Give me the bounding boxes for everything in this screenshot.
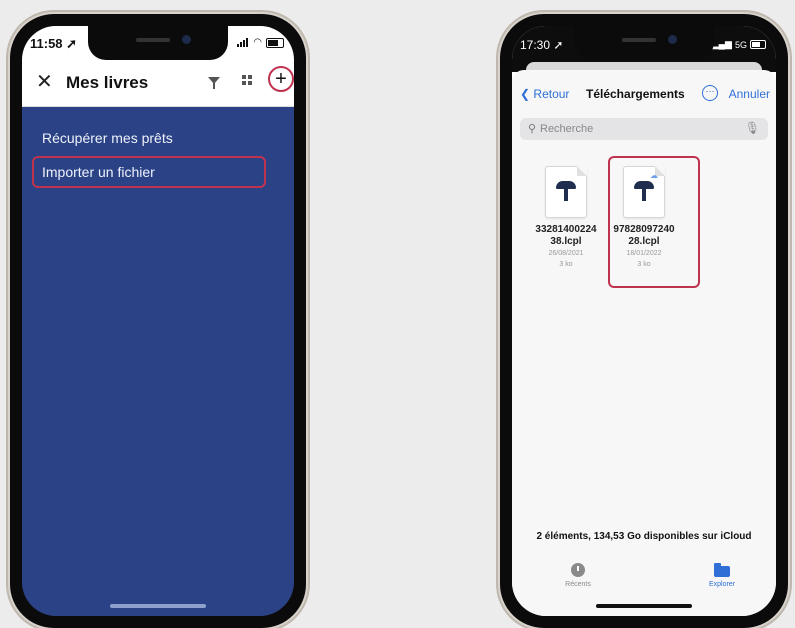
microphone-icon[interactable]: 🎙 bbox=[745, 121, 760, 135]
app-navbar: ✕ Mes livres + bbox=[22, 60, 294, 107]
signal-icon bbox=[237, 38, 250, 47]
camera bbox=[668, 35, 677, 44]
file-size: 3 ko bbox=[559, 261, 573, 268]
file-name: 33281400224 38.lcpl bbox=[535, 224, 597, 247]
search-icon: ⚲ bbox=[528, 123, 537, 135]
file-item[interactable]: 33281400224 38.lcpl 26/08/2021 3 ko bbox=[530, 166, 602, 270]
status-time: 11:58 ➚ bbox=[30, 36, 78, 51]
speaker bbox=[622, 38, 656, 42]
picker-navbar: ❮ Retour Téléchargements ⋯ Annuler bbox=[512, 84, 776, 106]
page-title: Mes livres bbox=[66, 73, 149, 92]
signal-icon: ▂▄▆ bbox=[711, 39, 732, 49]
battery-icon bbox=[266, 37, 284, 48]
phone-right: 17:30 ➚ ▂▄▆ 5G ❮ Retour Téléchargements … bbox=[500, 14, 788, 628]
close-icon[interactable]: ✕ bbox=[36, 72, 53, 92]
notch bbox=[574, 26, 714, 60]
cancel-button[interactable]: Annuler bbox=[729, 87, 770, 101]
search-field[interactable]: ⚲ Recherche 🎙 bbox=[520, 118, 768, 140]
file-picker-sheet: ❮ Retour Téléchargements ⋯ Annuler ⚲ Rec… bbox=[512, 70, 776, 616]
clock-icon bbox=[571, 563, 585, 577]
tab-recents[interactable]: Récents bbox=[538, 563, 618, 588]
chevron-left-icon: ❮ bbox=[520, 87, 531, 101]
folder-icon bbox=[714, 563, 730, 577]
status-icons: ◠ bbox=[237, 37, 284, 48]
add-button[interactable]: + bbox=[268, 66, 294, 92]
ebook-glyph-icon bbox=[556, 181, 576, 201]
home-indicator bbox=[596, 604, 692, 608]
folder-title: Téléchargements bbox=[586, 87, 685, 101]
screen-right: 17:30 ➚ ▂▄▆ 5G ❮ Retour Téléchargements … bbox=[512, 26, 776, 616]
notch bbox=[88, 26, 228, 60]
file-highlight-box bbox=[608, 156, 700, 288]
phone-left: 11:58 ➚ ◠ ✕ Mes livres + Récupérer mes p… bbox=[10, 14, 306, 628]
tab-label: Récents bbox=[565, 581, 591, 588]
screen-left: 11:58 ➚ ◠ ✕ Mes livres + Récupérer mes p… bbox=[22, 26, 294, 616]
battery-icon bbox=[750, 40, 766, 49]
storage-summary: 2 éléments, 134,53 Go disponibles sur iC… bbox=[536, 531, 752, 542]
file-date: 26/08/2021 bbox=[548, 250, 584, 257]
menu-item-recover-loans[interactable]: Récupérer mes prêts bbox=[42, 130, 173, 146]
file-icon bbox=[545, 166, 587, 218]
status-time: 17:30 ➚ bbox=[520, 38, 564, 52]
status-icons: ▂▄▆ 5G bbox=[712, 39, 766, 50]
import-highlight-box bbox=[32, 156, 266, 188]
wifi-icon: ◠ bbox=[253, 37, 262, 48]
tab-explorer[interactable]: Explorer bbox=[682, 563, 762, 588]
grid-view-icon[interactable] bbox=[242, 75, 252, 85]
home-indicator bbox=[110, 604, 206, 608]
speaker bbox=[136, 38, 170, 42]
tab-label: Explorer bbox=[708, 581, 736, 588]
back-button[interactable]: ❮ Retour bbox=[520, 87, 569, 101]
camera bbox=[182, 35, 191, 44]
network-label: 5G bbox=[734, 39, 747, 50]
filter-icon[interactable] bbox=[208, 77, 220, 89]
more-icon[interactable]: ⋯ bbox=[702, 85, 718, 101]
search-placeholder: Recherche bbox=[540, 123, 594, 135]
back-label: Retour bbox=[533, 87, 570, 101]
